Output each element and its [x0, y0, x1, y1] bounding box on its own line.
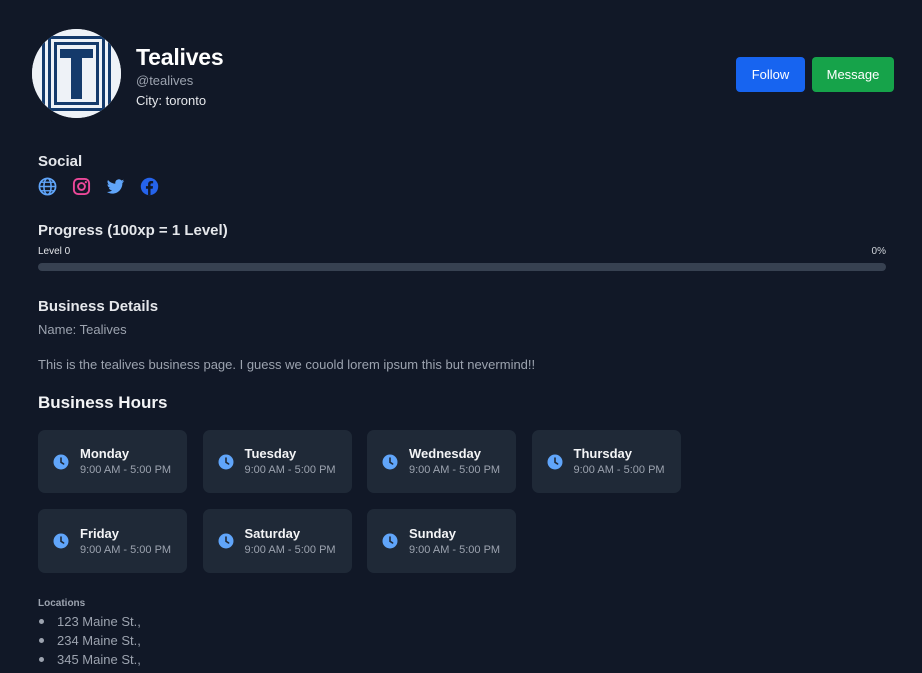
instagram-icon[interactable]	[72, 177, 91, 196]
social-title: Social	[38, 153, 83, 170]
level-label: Level 0	[38, 246, 71, 257]
day-label: Wednesday	[409, 446, 482, 461]
hours-card-sunday: Sunday 9:00 AM - 5:00 PM	[367, 509, 516, 573]
clock-icon	[53, 533, 69, 549]
progress-title: Progress (100xp = 1 Level)	[38, 222, 228, 239]
locations-list: 123 Maine St., 234 Maine St., 345 Maine …	[38, 612, 141, 669]
time-label: 9:00 AM - 5:00 PM	[244, 543, 336, 556]
progress-percent: 0%	[871, 246, 886, 257]
avatar	[32, 29, 121, 118]
time-label: 9:00 AM - 5:00 PM	[409, 543, 501, 556]
business-name: Name: Tealives	[38, 322, 127, 337]
time-label: 9:00 AM - 5:00 PM	[573, 464, 665, 476]
location-item: 123 Maine St.,	[38, 612, 141, 631]
business-hours-title: Business Hours	[38, 393, 168, 412]
globe-icon[interactable]	[38, 177, 57, 196]
day-label: Tuesday	[244, 446, 297, 461]
time-label: 9:00 AM - 5:00 PM	[244, 464, 336, 476]
hours-card-saturday: Saturday 9:00 AM - 5:00 PM	[202, 509, 352, 573]
location-item: 345 Maine St.,	[38, 650, 141, 669]
follow-button[interactable]: Follow	[736, 57, 805, 92]
hours-card-friday: Friday 9:00 AM - 5:00 PM	[38, 509, 187, 573]
progress-bar	[38, 263, 886, 271]
clock-icon	[218, 533, 233, 549]
facebook-icon[interactable]	[140, 177, 159, 196]
clock-icon	[382, 533, 398, 549]
day-label: Saturday	[244, 525, 301, 541]
day-label: Monday	[80, 446, 130, 461]
location-item: 234 Maine St.,	[38, 631, 141, 650]
hours-card-thursday: Thursday 9:00 AM - 5:00 PM	[531, 430, 681, 493]
locations-title: Locations	[38, 598, 86, 609]
business-hours-grid: Monday 9:00 AM - 5:00 PM Tuesday 9:00 AM…	[38, 430, 681, 573]
profile-handle: @tealives	[136, 73, 194, 88]
profile-header: Tealives @tealives City: toronto	[32, 29, 224, 118]
business-description: This is the tealives business page. I gu…	[38, 357, 536, 372]
business-details-title: Business Details	[38, 298, 159, 315]
clock-icon	[53, 454, 69, 469]
clock-icon	[547, 454, 562, 469]
time-label: 9:00 AM - 5:00 PM	[80, 543, 172, 556]
clock-icon	[382, 454, 398, 469]
time-label: 9:00 AM - 5:00 PM	[80, 464, 172, 476]
hours-card-monday: Monday 9:00 AM - 5:00 PM	[38, 430, 187, 493]
day-label: Thursday	[573, 446, 633, 461]
hours-card-tuesday: Tuesday 9:00 AM - 5:00 PM	[202, 430, 352, 493]
clock-icon	[218, 454, 233, 469]
social-links	[38, 177, 159, 196]
message-button[interactable]: Message	[812, 57, 894, 92]
profile-name: Tealives	[136, 44, 224, 70]
twitter-icon[interactable]	[106, 177, 125, 196]
day-label: Sunday	[409, 525, 456, 541]
hours-card-wednesday: Wednesday 9:00 AM - 5:00 PM	[367, 430, 516, 493]
profile-city: City: toronto	[136, 93, 207, 108]
time-label: 9:00 AM - 5:00 PM	[409, 464, 501, 476]
day-label: Friday	[80, 525, 120, 541]
